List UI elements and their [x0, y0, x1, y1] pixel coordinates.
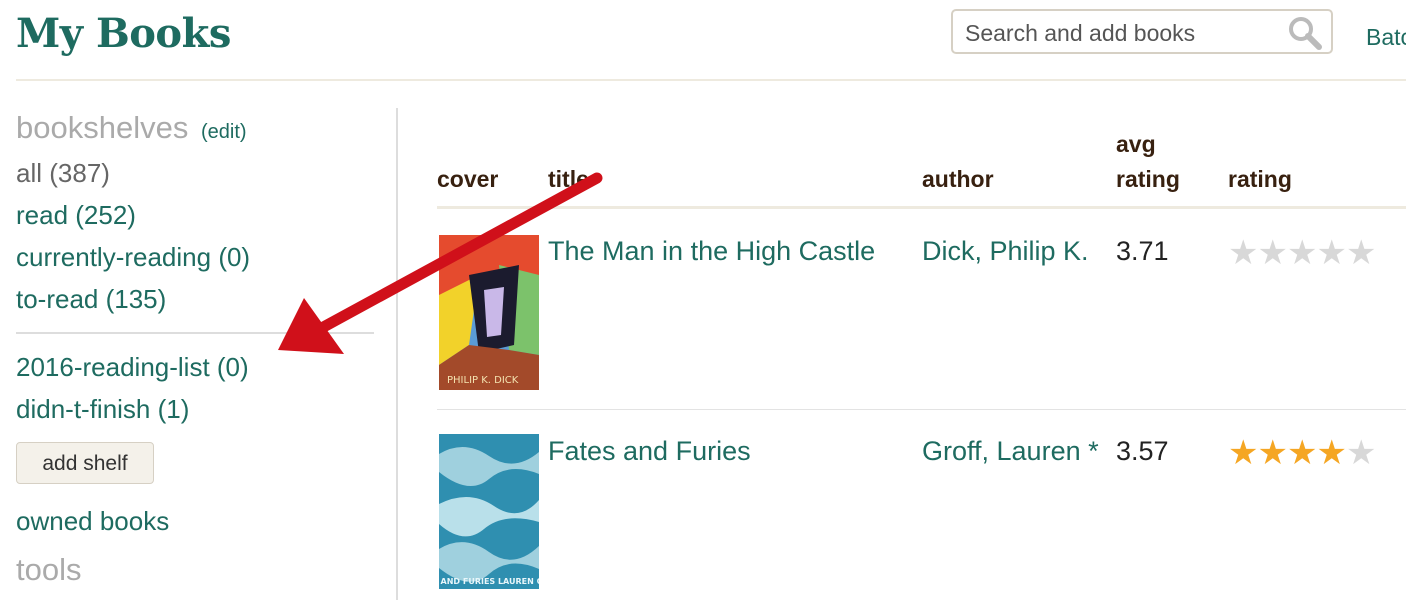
star-icon[interactable]: ★	[1228, 234, 1259, 272]
star-icon[interactable]: ★	[1287, 434, 1318, 472]
table-header-rule	[437, 206, 1406, 209]
column-header-author[interactable]: author	[922, 162, 994, 196]
shelf-to-read[interactable]: to-read (135)	[16, 278, 376, 320]
cover-art: FATES AND FURIES LAUREN GROFF	[439, 434, 539, 589]
column-header-avg-rating-line1[interactable]: avg	[1116, 127, 1156, 161]
row-divider	[437, 409, 1406, 410]
batch-edit-link[interactable]: Batch	[1366, 24, 1406, 51]
cover-art: PHILIP K. DICK	[439, 235, 539, 390]
star-icon[interactable]: ★	[1228, 434, 1259, 472]
header-divider	[16, 79, 1406, 81]
column-header-avg-rating-line2[interactable]: rating	[1116, 162, 1180, 196]
edit-shelves-link[interactable]: (edit)	[201, 121, 247, 143]
star-icon[interactable]: ★	[1257, 234, 1288, 272]
bookshelves-heading-label: bookshelves	[16, 110, 189, 145]
column-header-rating[interactable]: rating	[1228, 162, 1292, 196]
column-header-cover: cover	[437, 166, 499, 192]
user-rating-stars[interactable]: ★★★★★	[1228, 434, 1377, 472]
shelf-2016-reading-list[interactable]: 2016-reading-list (0)	[16, 346, 376, 388]
shelf-divider	[16, 332, 374, 334]
cover-title-text: FATES AND FURIES LAUREN GROFF	[439, 577, 539, 586]
star-icon[interactable]: ★	[1287, 234, 1318, 272]
book-cover-fates-and-furies[interactable]: FATES AND FURIES LAUREN GROFF	[439, 434, 539, 589]
search-icon[interactable]	[1287, 15, 1323, 51]
add-shelf-button[interactable]: add shelf	[16, 442, 154, 484]
shelf-read[interactable]: read (252)	[16, 194, 376, 236]
shelf-all[interactable]: all (387)	[16, 152, 376, 194]
star-icon[interactable]: ★	[1316, 234, 1347, 272]
sidebar-divider	[396, 108, 398, 600]
owned-books-link[interactable]: owned books	[16, 500, 376, 542]
star-icon[interactable]: ★	[1346, 434, 1377, 472]
book-avg-rating: 3.71	[1116, 236, 1169, 266]
tools-heading: tools	[16, 552, 82, 587]
column-header-title[interactable]: title	[548, 162, 589, 196]
cover-author-text: PHILIP K. DICK	[447, 375, 519, 386]
sidebar: bookshelves (edit) all (387) read (252) …	[16, 108, 376, 590]
search-box[interactable]	[951, 9, 1333, 54]
bookshelves-heading: bookshelves (edit)	[16, 108, 376, 152]
page-title: My Books	[16, 10, 231, 57]
shelf-currently-reading[interactable]: currently-reading (0)	[16, 236, 376, 278]
shelf-didnt-finish[interactable]: didn-t-finish (1)	[16, 388, 376, 430]
book-title-link[interactable]: Fates and Furies	[548, 436, 751, 467]
star-icon[interactable]: ★	[1316, 434, 1347, 472]
user-rating-stars[interactable]: ★★★★★	[1228, 234, 1377, 272]
book-cover-man-in-high-castle[interactable]: PHILIP K. DICK	[439, 235, 539, 390]
book-title-link[interactable]: The Man in the High Castle	[548, 236, 875, 267]
book-avg-rating: 3.57	[1116, 436, 1169, 466]
book-author-link[interactable]: Dick, Philip K.	[922, 236, 1089, 267]
star-icon[interactable]: ★	[1346, 234, 1377, 272]
search-input[interactable]	[963, 16, 1287, 50]
star-icon[interactable]: ★	[1257, 434, 1288, 472]
book-author-link[interactable]: Groff, Lauren *	[922, 436, 1099, 467]
